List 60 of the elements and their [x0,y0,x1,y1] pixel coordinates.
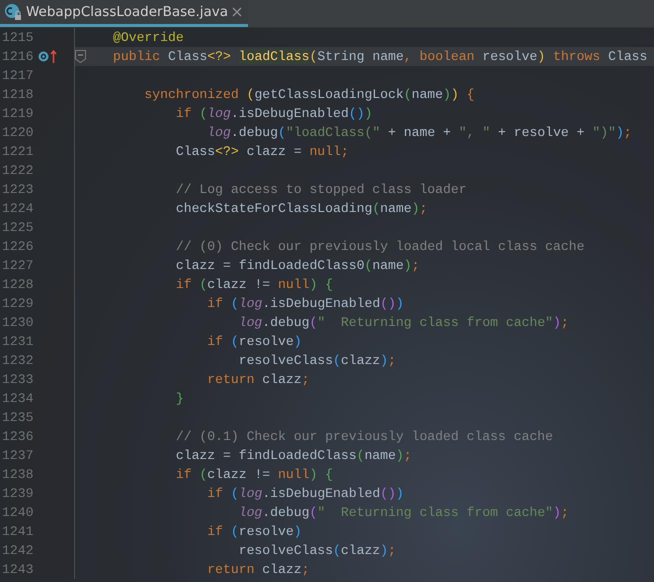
line-number: 1242 [1,542,34,560]
line-number: 1225 [1,219,34,237]
close-icon[interactable] [232,7,242,17]
code-line: if (clazz != null) { [174,467,334,482]
line-number: 1223 [1,181,34,199]
line-number: 1222 [1,162,34,180]
fold-marker-icon[interactable] [75,50,86,63]
line-number: 1234 [1,390,34,408]
line-number: 1218 [1,86,34,104]
line-number: 1217 [1,67,34,85]
line-number: 1236 [1,428,34,446]
code-line: // (0.1) Check our previously loaded class cache [174,429,554,444]
line-number: 1227 [1,257,34,275]
code-line: if (log.isDebugEnabled()) [174,106,372,121]
code-line: if (clazz != null) { [174,277,334,292]
code-line: log.debug(" Returning class from cache"); [238,315,569,330]
line-number: 1237 [1,447,34,465]
code-line: return clazz; [206,372,310,387]
line-number: 1239 [1,485,34,503]
code-line: log.debug("loadClass(" + name + ", " + resolve + ")"); [206,125,632,140]
tab-title: WebappClassLoaderBase.java [26,4,228,20]
code-line: clazz = findLoadedClass(name); [174,448,412,463]
code-line: } [174,391,184,406]
line-number: 1231 [1,333,34,351]
line-number: 1228 [1,276,34,294]
line-number: 1224 [1,200,34,218]
line-number: 1215 [1,29,34,47]
code-line: clazz = findLoadedClass0(name); [174,258,420,273]
code-line: if (log.isDebugEnabled()) [206,486,404,501]
override-icon[interactable] [38,51,49,62]
code-line: synchronized (getClassLoadingLock(name)) { [143,87,474,102]
code-line: @Override [113,30,184,45]
code-line: resolveClass(clazz); [238,353,396,368]
line-number: 1216 [1,48,34,66]
code-line: Class<?> clazz = null; [174,144,349,159]
code-line: // Log access to stopped class loader [174,182,467,197]
code-line: log.debug(" Returning class from cache"); [238,505,569,520]
line-number: 1219 [1,105,34,123]
code-line: if (resolve) [206,334,302,349]
line-number: 1220 [1,124,34,142]
code-line: if (log.isDebugEnabled()) [206,296,404,311]
up-arrow-icon[interactable] [50,50,57,63]
line-number: 1232 [1,352,34,370]
code-line: public Class<?> loadClass(String name, boolean resolve) throws Class [113,49,648,64]
line-number: 1240 [1,504,34,522]
code-line: // (0) Check our previously loaded local class cache [174,239,584,254]
line-number: 1235 [1,409,34,427]
line-number: 1230 [1,314,34,332]
code-line: resolveClass(clazz); [238,543,396,558]
line-number: 1229 [1,295,34,313]
line-number: 1221 [1,143,34,161]
line-number: 1233 [1,371,34,389]
code-line: if (resolve) [206,524,302,539]
line-number: 1243 [1,561,34,579]
class-lock-icon [4,3,22,21]
line-number: 1226 [1,238,34,256]
code-line: checkStateForClassLoading(name); [174,201,428,216]
line-number: 1238 [1,466,34,484]
line-number: 1241 [1,523,34,541]
code-line: return clazz; [206,562,310,577]
